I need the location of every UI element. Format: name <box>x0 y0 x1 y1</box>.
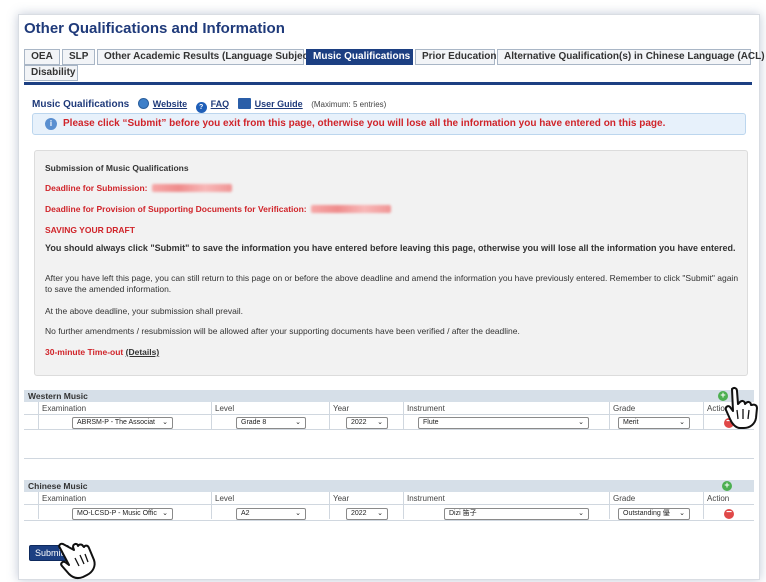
tab-slp[interactable]: SLP <box>62 49 95 65</box>
pointer-hand-icon <box>58 542 96 579</box>
col-divider <box>211 492 212 519</box>
redacted-date <box>151 184 232 192</box>
chevron-down-icon: ⌄ <box>295 419 301 426</box>
row-line <box>24 429 754 430</box>
tab-music-qualifications[interactable]: Music Qualifications <box>306 49 413 65</box>
col-divider <box>703 492 704 519</box>
submission-heading: Submission of Music Qualifications <box>45 163 189 173</box>
website-link[interactable]: Website <box>153 99 187 109</box>
western-music-section: Western Music + Examination Level Year I… <box>24 390 754 460</box>
chinese-music-section: Chinese Music + Examination Level Year I… <box>24 480 754 530</box>
chevron-down-icon: ⌄ <box>377 419 383 426</box>
remove-row-icon[interactable]: − <box>724 508 734 519</box>
music-title: Music Qualifications <box>32 99 130 110</box>
saving-draft-heading: SAVING YOUR DRAFT <box>45 225 135 235</box>
submission-info-box: Submission of Music Qualifications Deadl… <box>34 150 748 376</box>
western-year-select[interactable]: 2022 ⌄ <box>346 417 388 429</box>
chinese-music-title: Chinese Music <box>24 480 754 492</box>
chinese-grade-select[interactable]: Outstanding 優 ⌄ <box>618 508 690 520</box>
chevron-down-icon: ⌄ <box>578 419 584 426</box>
pointer-hand-icon <box>724 386 758 429</box>
chevron-down-icon: ⌄ <box>162 419 168 426</box>
col-action: Action <box>707 494 730 503</box>
max-entries: (Maximum: 5 entries) <box>311 100 387 109</box>
chevron-down-icon: ⌄ <box>679 419 685 426</box>
tab-rule <box>24 82 752 85</box>
western-examination-select[interactable]: ABRSM-P - The Associat ⌄ <box>72 417 173 429</box>
tab-prior-education[interactable]: Prior Education <box>415 49 496 65</box>
row-line <box>24 414 754 415</box>
add-row-icon[interactable]: + <box>722 481 732 491</box>
deadline-documents: Deadline for Provision of Supporting Doc… <box>45 204 391 214</box>
western-instrument-select[interactable]: Flute ⌄ <box>418 417 589 429</box>
col-instrument: Instrument <box>407 404 445 413</box>
western-grade-select[interactable]: Merit ⌄ <box>618 417 690 429</box>
western-level-select[interactable]: Grade 8 ⌄ <box>236 417 306 429</box>
alert-text: Please click “Submit” before you exit fr… <box>63 118 666 129</box>
chinese-year-select[interactable]: 2022 ⌄ <box>346 508 388 520</box>
col-divider <box>403 402 404 429</box>
deadline-submission: Deadline for Submission: <box>45 183 232 193</box>
no-amend-paragraph: No further amendments / resubmission wil… <box>45 326 520 336</box>
amend-paragraph: After you have left this page, you can s… <box>45 273 739 294</box>
col-grade: Grade <box>613 404 636 413</box>
col-year: Year <box>333 494 350 503</box>
details-link[interactable]: (Details) <box>126 347 160 357</box>
save-warning-paragraph: You should always click "Submit" to save… <box>45 243 736 253</box>
col-divider <box>329 402 330 429</box>
alert-banner: i Please click “Submit” before you exit … <box>32 113 746 135</box>
info-icon: i <box>45 118 57 130</box>
col-divider <box>609 402 610 429</box>
timeout-notice: 30-minute Time-out (Details) <box>45 347 160 357</box>
tab-disability[interactable]: Disability <box>24 65 78 81</box>
western-music-title: Western Music <box>24 390 754 402</box>
col-level: Level <box>215 404 235 413</box>
row-line <box>24 520 754 521</box>
globe-icon <box>137 98 149 109</box>
col-level: Level <box>215 494 235 503</box>
redacted-date <box>310 205 391 213</box>
col-divider <box>703 402 704 429</box>
row-divider <box>38 492 39 519</box>
col-examination: Examination <box>42 404 87 413</box>
chinese-level-select[interactable]: A2 ⌄ <box>236 508 306 520</box>
chevron-down-icon: ⌄ <box>162 510 168 517</box>
chevron-down-icon: ⌄ <box>377 510 383 517</box>
col-grade: Grade <box>613 494 636 503</box>
faq-icon: ? <box>195 102 207 113</box>
col-instrument: Instrument <box>407 494 445 503</box>
chevron-down-icon: ⌄ <box>295 510 301 517</box>
col-divider <box>609 492 610 519</box>
col-divider <box>329 492 330 519</box>
user-guide-link[interactable]: User Guide <box>255 99 303 109</box>
music-header: Music Qualifications Website ? FAQ User G… <box>32 98 386 113</box>
chinese-examination-select[interactable]: MO-LCSD-P - Music Offic ⌄ <box>72 508 173 520</box>
col-divider <box>211 402 212 429</box>
col-examination: Examination <box>42 494 87 503</box>
row-line <box>24 458 754 459</box>
prevail-paragraph: At the above deadline, your submission s… <box>45 306 243 316</box>
faq-link[interactable]: FAQ <box>211 99 230 109</box>
tab-other-academic-results[interactable]: Other Academic Results (Language Subject… <box>97 49 320 65</box>
col-year: Year <box>333 404 350 413</box>
chevron-down-icon: ⌄ <box>679 510 685 517</box>
chevron-down-icon: ⌄ <box>578 510 584 517</box>
row-line <box>24 504 754 505</box>
col-divider <box>403 492 404 519</box>
tab-oea[interactable]: OEA <box>24 49 60 65</box>
chinese-instrument-select[interactable]: Dizi 笛子 ⌄ <box>444 508 589 520</box>
row-divider <box>38 402 39 429</box>
tab-alternative-qualifications[interactable]: Alternative Qualification(s) in Chinese … <box>497 49 765 65</box>
book-icon <box>237 98 251 109</box>
page-title: Other Qualifications and Information <box>24 20 285 37</box>
